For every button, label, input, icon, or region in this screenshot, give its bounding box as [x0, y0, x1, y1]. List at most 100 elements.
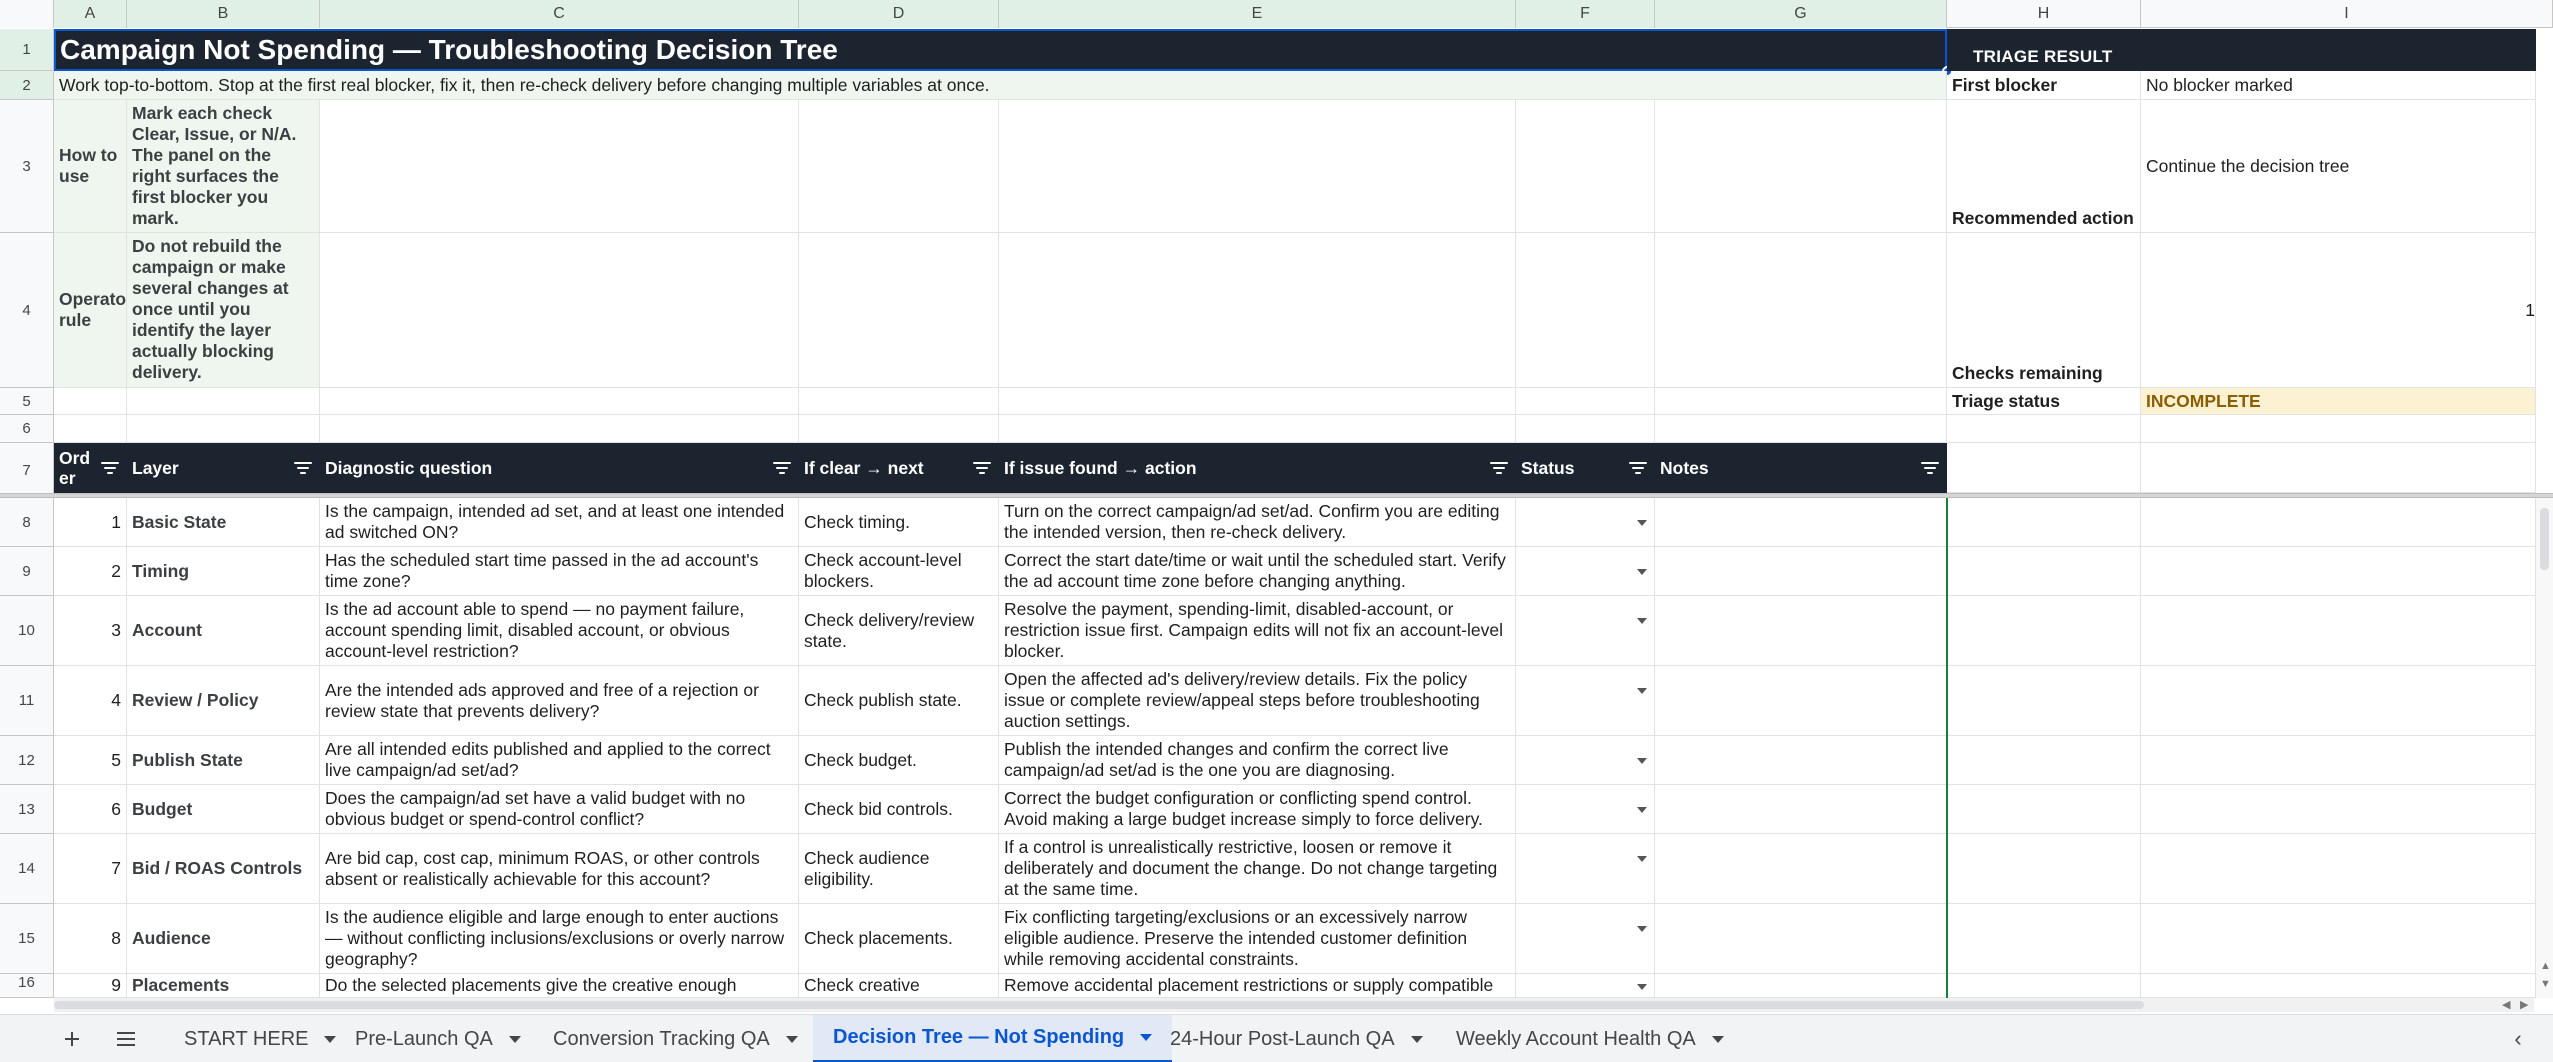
filter-icon[interactable]: [294, 461, 312, 475]
status-dropdown[interactable]: [1516, 974, 1655, 998]
sheet-tab[interactable]: Pre-Launch QA: [335, 1015, 541, 1062]
empty-cell[interactable]: [1947, 974, 2141, 998]
chevron-down-icon[interactable]: [1637, 925, 1647, 932]
add-sheet-button[interactable]: [52, 1015, 92, 1062]
next-step-cell[interactable]: Check timing.: [799, 498, 999, 547]
empty-cell[interactable]: [127, 388, 320, 415]
empty-cell[interactable]: [1655, 233, 1947, 388]
status-dropdown[interactable]: [1516, 666, 1655, 736]
action-cell[interactable]: Correct the start date/time or wait unti…: [999, 547, 1516, 596]
chevron-down-icon[interactable]: [1637, 568, 1647, 575]
column-header-e[interactable]: E: [999, 0, 1516, 28]
order-cell[interactable]: 6: [54, 785, 127, 834]
empty-cell[interactable]: [1516, 415, 1655, 443]
order-cell[interactable]: 3: [54, 596, 127, 666]
chevron-down-icon[interactable]: [1637, 519, 1647, 526]
chevron-down-icon[interactable]: [1637, 855, 1647, 862]
next-step-cell[interactable]: Check budget.: [799, 736, 999, 785]
empty-cell[interactable]: [2141, 415, 2536, 443]
empty-cell[interactable]: [999, 100, 1516, 233]
column-header-b[interactable]: B: [127, 0, 320, 28]
empty-cell[interactable]: [1947, 443, 2141, 493]
sheet-tab[interactable]: Weekly Account Health QA: [1436, 1015, 1744, 1062]
caret-down-icon[interactable]: [1410, 1035, 1423, 1043]
empty-cell[interactable]: [2141, 834, 2536, 904]
action-cell[interactable]: Open the affected ad's delivery/review d…: [999, 666, 1516, 736]
sheet-tab[interactable]: Decision Tree — Not Spending: [813, 1015, 1173, 1062]
question-cell[interactable]: Is the campaign, intended ad set, and at…: [320, 498, 799, 547]
table-header-layer[interactable]: Layer: [127, 443, 320, 493]
next-step-cell[interactable]: Check delivery/review state.: [799, 596, 999, 666]
scroll-down-icon[interactable]: ▼: [2540, 978, 2551, 990]
how-to-use-label[interactable]: How to use: [54, 100, 127, 233]
caret-down-icon[interactable]: [508, 1035, 521, 1043]
order-cell[interactable]: 8: [54, 904, 127, 974]
empty-cell[interactable]: [799, 100, 999, 233]
order-cell[interactable]: 7: [54, 834, 127, 904]
status-dropdown[interactable]: [1516, 834, 1655, 904]
question-cell[interactable]: Is the ad account able to spend — no pay…: [320, 596, 799, 666]
how-to-use-text[interactable]: Mark each check Clear, Issue, or N/A. Th…: [127, 100, 320, 233]
operator-rule-label[interactable]: Operator rule: [54, 233, 127, 388]
row-header-7[interactable]: 7: [0, 443, 54, 498]
column-header-h[interactable]: H: [1947, 0, 2141, 28]
question-cell[interactable]: Are bid cap, cost cap, minimum ROAS, or …: [320, 834, 799, 904]
question-cell[interactable]: Do the selected placements give the crea…: [320, 974, 799, 998]
next-step-cell[interactable]: Check bid controls.: [799, 785, 999, 834]
question-cell[interactable]: Are all intended edits published and app…: [320, 736, 799, 785]
row-header-11[interactable]: 11: [0, 666, 54, 736]
table-header-order[interactable]: Order: [54, 443, 127, 493]
filter-icon[interactable]: [1629, 461, 1647, 475]
order-cell[interactable]: 1: [54, 498, 127, 547]
row-header-12[interactable]: 12: [0, 736, 54, 785]
status-dropdown[interactable]: [1516, 904, 1655, 974]
notes-cell[interactable]: [1655, 834, 1947, 904]
order-cell[interactable]: 4: [54, 666, 127, 736]
layer-cell[interactable]: Placements: [127, 974, 320, 998]
empty-cell[interactable]: [2141, 785, 2536, 834]
layer-cell[interactable]: Account: [127, 596, 320, 666]
empty-cell[interactable]: [1655, 388, 1947, 415]
empty-cell[interactable]: [54, 388, 127, 415]
notes-cell[interactable]: [1655, 596, 1947, 666]
action-cell[interactable]: If a control is unrealistically restrict…: [999, 834, 1516, 904]
filter-icon[interactable]: [1921, 461, 1939, 475]
layer-cell[interactable]: Review / Policy: [127, 666, 320, 736]
sheet-tab[interactable]: START HERE: [164, 1015, 356, 1062]
page-title[interactable]: Campaign Not Spending — Troubleshooting …: [54, 29, 1947, 71]
empty-cell[interactable]: [1516, 233, 1655, 388]
empty-cell[interactable]: [1947, 498, 2141, 547]
row-header-8[interactable]: 8: [0, 498, 54, 547]
next-step-cell[interactable]: Check account-level blockers.: [799, 547, 999, 596]
chevron-down-icon[interactable]: [1637, 617, 1647, 624]
question-cell[interactable]: Is the audience eligible and large enoug…: [320, 904, 799, 974]
empty-cell[interactable]: [1947, 785, 2141, 834]
action-cell[interactable]: Resolve the payment, spending-limit, dis…: [999, 596, 1516, 666]
recommended-action-value[interactable]: Continue the decision tree: [2141, 100, 2536, 233]
status-dropdown[interactable]: [1516, 736, 1655, 785]
layer-cell[interactable]: Bid / ROAS Controls: [127, 834, 320, 904]
empty-cell[interactable]: [799, 233, 999, 388]
filter-icon[interactable]: [1490, 461, 1508, 475]
table-header-question[interactable]: Diagnostic question: [320, 443, 799, 493]
row-header-4[interactable]: 4: [0, 233, 54, 388]
notes-cell[interactable]: [1655, 785, 1947, 834]
horizontal-scrollbar[interactable]: ◀ ▶: [54, 998, 2534, 1012]
status-dropdown[interactable]: [1516, 785, 1655, 834]
next-step-cell[interactable]: Check creative eligibility.: [799, 974, 999, 998]
order-cell[interactable]: 2: [54, 547, 127, 596]
empty-cell[interactable]: [2141, 666, 2536, 736]
status-dropdown[interactable]: [1516, 547, 1655, 596]
empty-cell[interactable]: [1947, 547, 2141, 596]
notes-cell[interactable]: [1655, 974, 1947, 998]
tab-scroll-left-button[interactable]: ‹: [2502, 1015, 2534, 1062]
empty-cell[interactable]: [1947, 415, 2141, 443]
empty-cell[interactable]: [1947, 596, 2141, 666]
action-cell[interactable]: Fix conflicting targeting/exclusions or …: [999, 904, 1516, 974]
table-header-status[interactable]: Status: [1516, 443, 1655, 493]
vertical-scrollbar[interactable]: ▲ ▼: [2536, 498, 2553, 998]
notes-cell[interactable]: [1655, 736, 1947, 785]
row-header-10[interactable]: 10: [0, 596, 54, 666]
column-header-f[interactable]: F: [1516, 0, 1655, 28]
all-sheets-button[interactable]: [106, 1015, 146, 1062]
